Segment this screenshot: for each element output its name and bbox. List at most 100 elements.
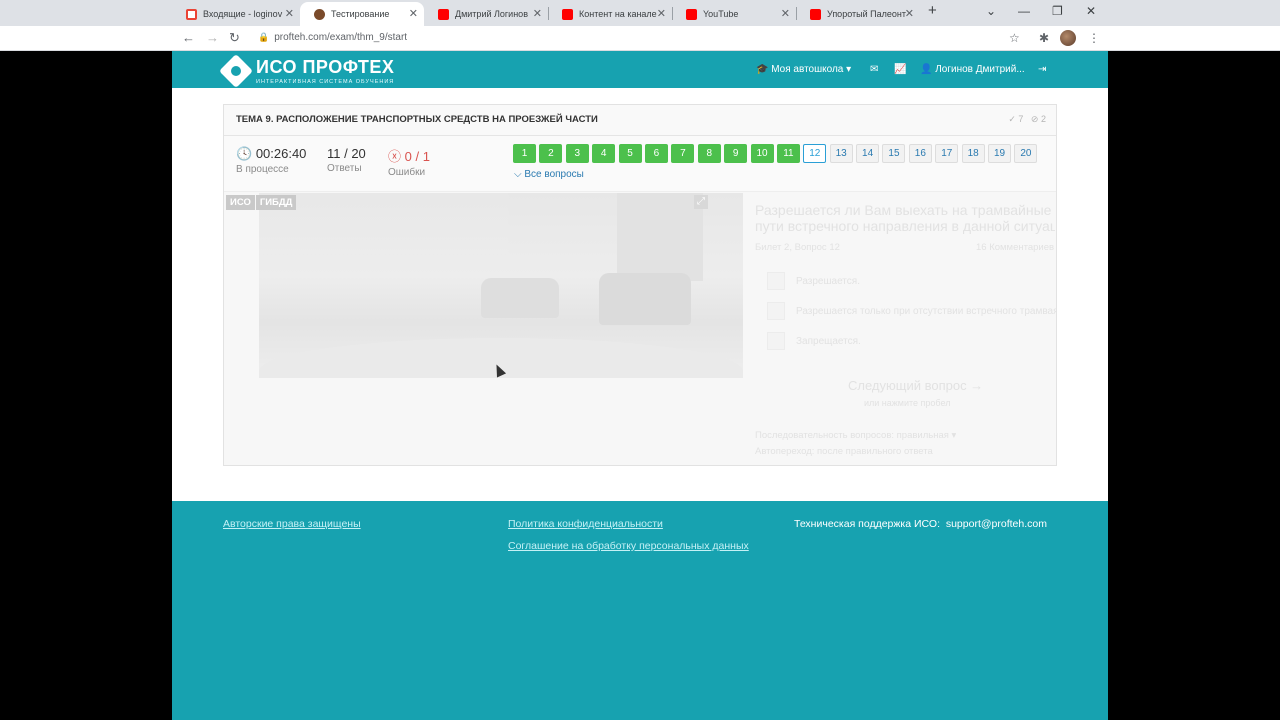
question-number-button[interactable]: 5: [618, 144, 642, 163]
question-number-button[interactable]: 16: [908, 144, 932, 163]
close-icon[interactable]: ✕: [533, 7, 542, 20]
question-navigator: 1 2 3 4 5 6 7 8 9 10 11 12 13 14 15 16 17 18 19 20: [513, 144, 1041, 163]
avatar[interactable]: [1060, 30, 1076, 46]
option-1-box[interactable]: [767, 272, 785, 290]
check-icon: ✓: [1008, 114, 1016, 124]
site-footer: Авторские права защищены Политика конфид…: [172, 501, 1108, 720]
agreement-link[interactable]: Соглашение на обработку персональных дан…: [508, 540, 749, 552]
question-area: ИСО ГИБДД ⤢ Разрешается ли Вам выехать н…: [224, 191, 1056, 465]
reload-icon[interactable]: ↻: [229, 30, 240, 46]
exam-card: ТЕМА 9. РАСПОЛОЖЕНИЕ ТРАНСПОРТНЫХ СРЕДСТ…: [223, 104, 1057, 466]
menu-kebab-icon[interactable]: ⋮: [1088, 31, 1100, 45]
option-3-box[interactable]: [767, 332, 785, 350]
question-number-button[interactable]: 19: [988, 144, 1012, 163]
close-icon[interactable]: ✕: [657, 7, 666, 20]
extensions-icon[interactable]: ✱: [1039, 31, 1049, 45]
user-icon: 👤: [920, 64, 933, 75]
chart-icon[interactable]: 📈: [894, 64, 906, 75]
tab-youtube-1[interactable]: Дмитрий Логинов ✕: [424, 2, 548, 26]
tab-testing[interactable]: Тестирование ✕: [300, 2, 424, 26]
question-number-button[interactable]: 17: [935, 144, 959, 163]
minimize-icon[interactable]: —: [1018, 4, 1030, 18]
question-number-button[interactable]: 9: [724, 144, 748, 163]
url-text: profteh.com/exam/thm_9/start: [274, 32, 408, 43]
timer-value: 00:26:40: [255, 146, 307, 161]
back-icon[interactable]: ←: [182, 30, 195, 45]
graduation-cap-icon: 🎓: [756, 64, 769, 75]
question-number-button[interactable]: 6: [644, 144, 668, 163]
support-info: Техническая поддержка ИСО: support@proft…: [794, 518, 1047, 530]
close-icon[interactable]: ✕: [781, 7, 790, 20]
address-bar[interactable]: 🔒 profteh.com/exam/thm_9/start: [258, 32, 407, 43]
new-tab-button[interactable]: +: [928, 2, 937, 19]
answers-label: Ответы: [327, 163, 362, 174]
question-number-button[interactable]: 2: [539, 144, 563, 163]
option-3[interactable]: Запрещается.: [796, 336, 1056, 347]
question-number-button[interactable]: 12: [803, 144, 827, 163]
exam-header: ТЕМА 9. РАСПОЛОЖЕНИЕ ТРАНСПОРТНЫХ СРЕДСТ…: [224, 105, 1056, 136]
error-circle-icon: ⓧ: [388, 149, 402, 164]
question-number-button[interactable]: 20: [1014, 144, 1038, 163]
tab-gmail[interactable]: Входящие - loginov ✕: [172, 2, 300, 26]
tab-youtube-3[interactable]: YouTube ✕: [672, 2, 796, 26]
tab-youtube-2[interactable]: Контент на канале ✕: [548, 2, 672, 26]
timer-stat: 🕓 00:26:40 В процессе: [236, 146, 306, 175]
option-2[interactable]: Разрешается только при отсутствии встреч…: [796, 306, 1056, 317]
question-number-button[interactable]: 15: [882, 144, 906, 163]
tab-youtube-4[interactable]: Упоротый Палеонт ✕: [796, 2, 920, 26]
all-questions-link[interactable]: ⌵ Все вопросы: [514, 169, 584, 180]
autoadvance-setting[interactable]: Автопереход: после правильного ответа: [755, 446, 933, 457]
close-icon[interactable]: ✕: [285, 7, 294, 20]
comments-link[interactable]: 16 Комментариев: [976, 242, 1054, 253]
question-number-button[interactable]: 18: [961, 144, 985, 163]
option-1[interactable]: Разрешается.: [796, 276, 1056, 287]
question-number-button[interactable]: 10: [750, 144, 774, 163]
question-number-button[interactable]: 14: [856, 144, 880, 163]
forward-icon[interactable]: →: [206, 30, 219, 45]
user-menu[interactable]: 👤 Логинов Дмитрий...: [920, 64, 1025, 75]
question-number-button[interactable]: 11: [776, 144, 800, 163]
question-meta: Билет 2, Вопрос 12: [755, 242, 840, 253]
site-header: ИСО ПРОФТЕХ ИНТЕРАКТИВНАЯ СИСТЕМА ОБУЧЕН…: [172, 51, 1108, 88]
question-number-button[interactable]: 8: [697, 144, 721, 163]
close-icon[interactable]: ✕: [409, 7, 418, 20]
tab-search-icon[interactable]: ⌄: [986, 4, 996, 18]
privacy-link[interactable]: Политика конфиденциальности: [508, 518, 663, 530]
support-email[interactable]: support@profteh.com: [946, 518, 1047, 530]
profteh-icon: [314, 8, 325, 20]
expand-icon[interactable]: ⤢: [694, 195, 708, 209]
youtube-icon: [562, 8, 573, 20]
logout-icon[interactable]: ⇥: [1038, 64, 1046, 75]
support-label: Техническая поддержка ИСО:: [794, 518, 940, 530]
restore-icon[interactable]: ❐: [1052, 4, 1063, 18]
close-icon[interactable]: ✕: [905, 7, 914, 20]
question-number-button[interactable]: 1: [513, 144, 536, 163]
correct-count: 7: [1018, 114, 1024, 124]
site-logo[interactable]: ИСО ПРОФТЕХ ИНТЕРАКТИВНАЯ СИСТЕМА ОБУЧЕН…: [219, 54, 395, 88]
bookmark-star-icon[interactable]: ☆: [1009, 31, 1020, 45]
question-number-button[interactable]: 13: [829, 144, 853, 163]
tab-label: Упоротый Палеонт: [827, 9, 906, 19]
question-number-button[interactable]: 4: [592, 144, 616, 163]
tab-label: Входящие - loginov: [203, 9, 283, 19]
tab-label: YouTube: [703, 9, 739, 19]
next-question-button[interactable]: Следующий вопрос →: [848, 378, 983, 393]
errors-value: 0 / 1: [404, 149, 430, 164]
tab-strip: Входящие - loginov ✕ Тестирование ✕ Дмит…: [0, 0, 1280, 26]
lock-icon: 🔒: [258, 32, 270, 42]
badge-iso[interactable]: ИСО: [226, 195, 255, 210]
copyright-link[interactable]: Авторские права защищены: [223, 518, 361, 530]
school-menu[interactable]: 🎓 Моя автошкола ▾: [756, 64, 851, 75]
question-image: [259, 193, 743, 378]
window-close-icon[interactable]: ✕: [1086, 4, 1096, 18]
mail-icon[interactable]: ✉: [870, 64, 878, 75]
logo-subtitle: ИНТЕРАКТИВНАЯ СИСТЕМА ОБУЧЕНИЯ: [256, 79, 395, 85]
source-badges: ИСО ГИБДД: [226, 195, 297, 210]
question-number-button[interactable]: 3: [565, 144, 589, 163]
badge-gibdd[interactable]: ГИБДД: [255, 195, 297, 210]
option-2-box[interactable]: [767, 302, 785, 320]
clock-icon: 🕓: [236, 146, 253, 161]
question-number-button[interactable]: 7: [671, 144, 695, 163]
wrong-count: 2: [1040, 114, 1046, 124]
order-setting[interactable]: Последовательность вопросов: правильная …: [755, 430, 956, 441]
